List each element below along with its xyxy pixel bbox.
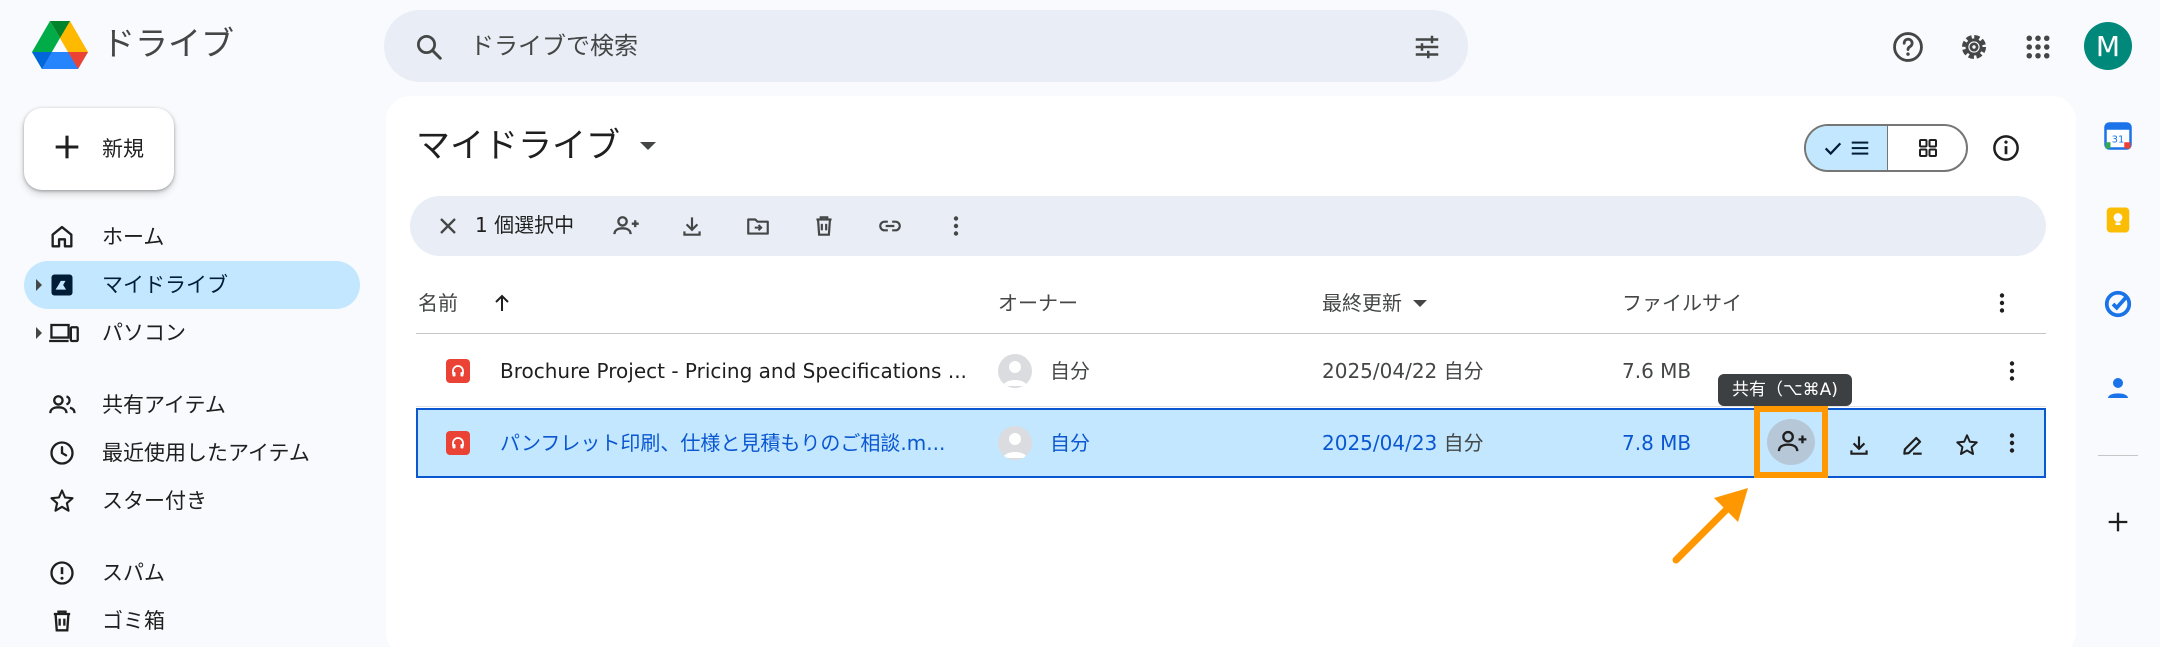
row-rename-icon[interactable] <box>1894 426 1932 464</box>
sidebar-item-shared[interactable]: 共有アイテム <box>24 381 360 429</box>
rail-divider <box>2098 455 2138 456</box>
page-title[interactable]: マイドライブ <box>416 124 620 168</box>
sidebar-item-trash[interactable]: ゴミ箱 <box>24 597 360 645</box>
column-header-size[interactable]: ファイルサイ <box>1622 288 1742 318</box>
row-more-options-icon[interactable] <box>1994 353 2030 389</box>
more-options-icon[interactable] <box>938 208 974 244</box>
sidebar-item-label: 共有アイテム <box>102 393 226 417</box>
search-bar[interactable]: ドライブで検索 <box>384 10 1468 82</box>
share-icon[interactable] <box>608 208 644 244</box>
apps-icon[interactable] <box>2012 21 2064 73</box>
calendar-icon[interactable]: 31 <box>2100 118 2136 154</box>
sidebar-item-home[interactable]: ホーム <box>24 213 360 261</box>
selection-toolbar: 1 個選択中 <box>410 196 2046 256</box>
file-name: Brochure Project - Pricing and Specifica… <box>500 359 967 383</box>
title-dropdown-icon[interactable] <box>640 142 656 150</box>
column-header-owner[interactable]: オーナー <box>998 288 1078 318</box>
column-header-modified[interactable]: 最終更新 <box>1322 288 1402 318</box>
sort-ascending-icon[interactable] <box>490 291 514 315</box>
selection-count: 1 個選択中 <box>475 213 575 237</box>
tasks-icon[interactable] <box>2100 286 2136 322</box>
sidebar-item-label: スター付き <box>102 489 207 513</box>
add-addon-icon[interactable] <box>2100 504 2136 540</box>
sidebar-item-label: 最近使用したアイテム <box>102 441 310 465</box>
sidebar-item-label: マイドライブ <box>102 273 228 297</box>
settings-icon[interactable] <box>1948 21 2000 73</box>
share-tooltip: 共有（⌥⌘A) <box>1718 374 1852 406</box>
move-icon[interactable] <box>740 208 776 244</box>
list-icon <box>1851 141 1868 155</box>
row-share-button[interactable] <box>1754 406 1828 478</box>
expand-arrow-icon[interactable] <box>36 327 42 339</box>
row-star-icon[interactable] <box>1948 426 1986 464</box>
download-icon[interactable] <box>674 208 710 244</box>
sidebar-item-label: ホーム <box>102 225 165 249</box>
file-owner: 自分 <box>1050 359 1090 383</box>
share-icon <box>1777 430 1807 452</box>
account-avatar[interactable]: M <box>2084 22 2132 70</box>
drive-logo-icon[interactable] <box>32 20 88 70</box>
star-icon <box>48 487 76 515</box>
sidebar-item-starred[interactable]: スター付き <box>24 477 360 525</box>
check-icon <box>1824 142 1841 156</box>
clear-selection-icon[interactable] <box>434 212 462 240</box>
grid-icon <box>1919 139 1937 157</box>
trash-icon[interactable] <box>806 208 842 244</box>
sidebar-item-computers[interactable]: パソコン <box>24 309 360 357</box>
contacts-icon[interactable] <box>2100 370 2136 406</box>
column-header-name[interactable]: 名前 <box>418 288 458 318</box>
grid-view-button[interactable] <box>1888 126 1966 170</box>
search-input[interactable]: ドライブで検索 <box>470 30 638 62</box>
audio-file-icon <box>446 359 470 383</box>
computers-icon <box>48 319 80 347</box>
row-more-options-icon[interactable] <box>1994 425 2030 461</box>
file-modified: 2025/04/22 自分 <box>1322 359 1484 383</box>
file-size: 7.8 MB <box>1622 431 1692 455</box>
app-title: ドライブ <box>102 24 234 63</box>
file-size: 7.6 MB <box>1622 359 1692 383</box>
audio-file-icon <box>446 431 470 455</box>
new-button-label: 新規 <box>102 137 144 161</box>
new-button[interactable]: 新規 <box>24 108 174 190</box>
plus-icon <box>50 130 84 164</box>
help-icon[interactable] <box>1882 21 1934 73</box>
header-divider <box>416 333 2046 334</box>
home-icon <box>48 223 76 251</box>
modified-sort-caret-icon[interactable] <box>1413 300 1427 307</box>
keep-icon[interactable] <box>2100 202 2136 238</box>
sidebar-item-label: ゴミ箱 <box>102 609 165 633</box>
recent-icon <box>48 439 76 467</box>
owner-avatar <box>998 426 1032 460</box>
trash-icon <box>48 607 76 635</box>
row-download-icon[interactable] <box>1840 426 1878 464</box>
sidebar-item-label: パソコン <box>102 321 186 345</box>
link-icon[interactable] <box>872 208 908 244</box>
file-name: パンフレット印刷、仕様と見積もりのご相談.m... <box>500 431 946 455</box>
sidebar-item-recent[interactable]: 最近使用したアイテム <box>24 429 360 477</box>
sidebar-item-label: スパム <box>102 561 165 585</box>
search-icon[interactable] <box>414 32 444 62</box>
file-owner: 自分 <box>1050 431 1090 455</box>
column-options-icon[interactable] <box>1998 291 2006 315</box>
expand-arrow-icon[interactable] <box>36 279 42 291</box>
shared-icon <box>48 391 78 419</box>
owner-avatar <box>998 354 1032 388</box>
filter-icon[interactable] <box>1412 32 1442 62</box>
view-toggle[interactable] <box>1804 124 1968 172</box>
info-icon[interactable] <box>1982 124 2030 172</box>
sidebar-item-spam[interactable]: スパム <box>24 549 360 597</box>
my-drive-icon <box>48 271 76 299</box>
list-view-button[interactable] <box>1806 126 1888 170</box>
svg-text:31: 31 <box>2112 134 2125 145</box>
spam-icon <box>48 559 76 587</box>
sidebar-item-my-drive[interactable]: マイドライブ <box>24 261 360 309</box>
annotation-arrow-icon <box>1668 486 1758 566</box>
file-modified: 2025/04/23 自分 <box>1322 431 1484 455</box>
